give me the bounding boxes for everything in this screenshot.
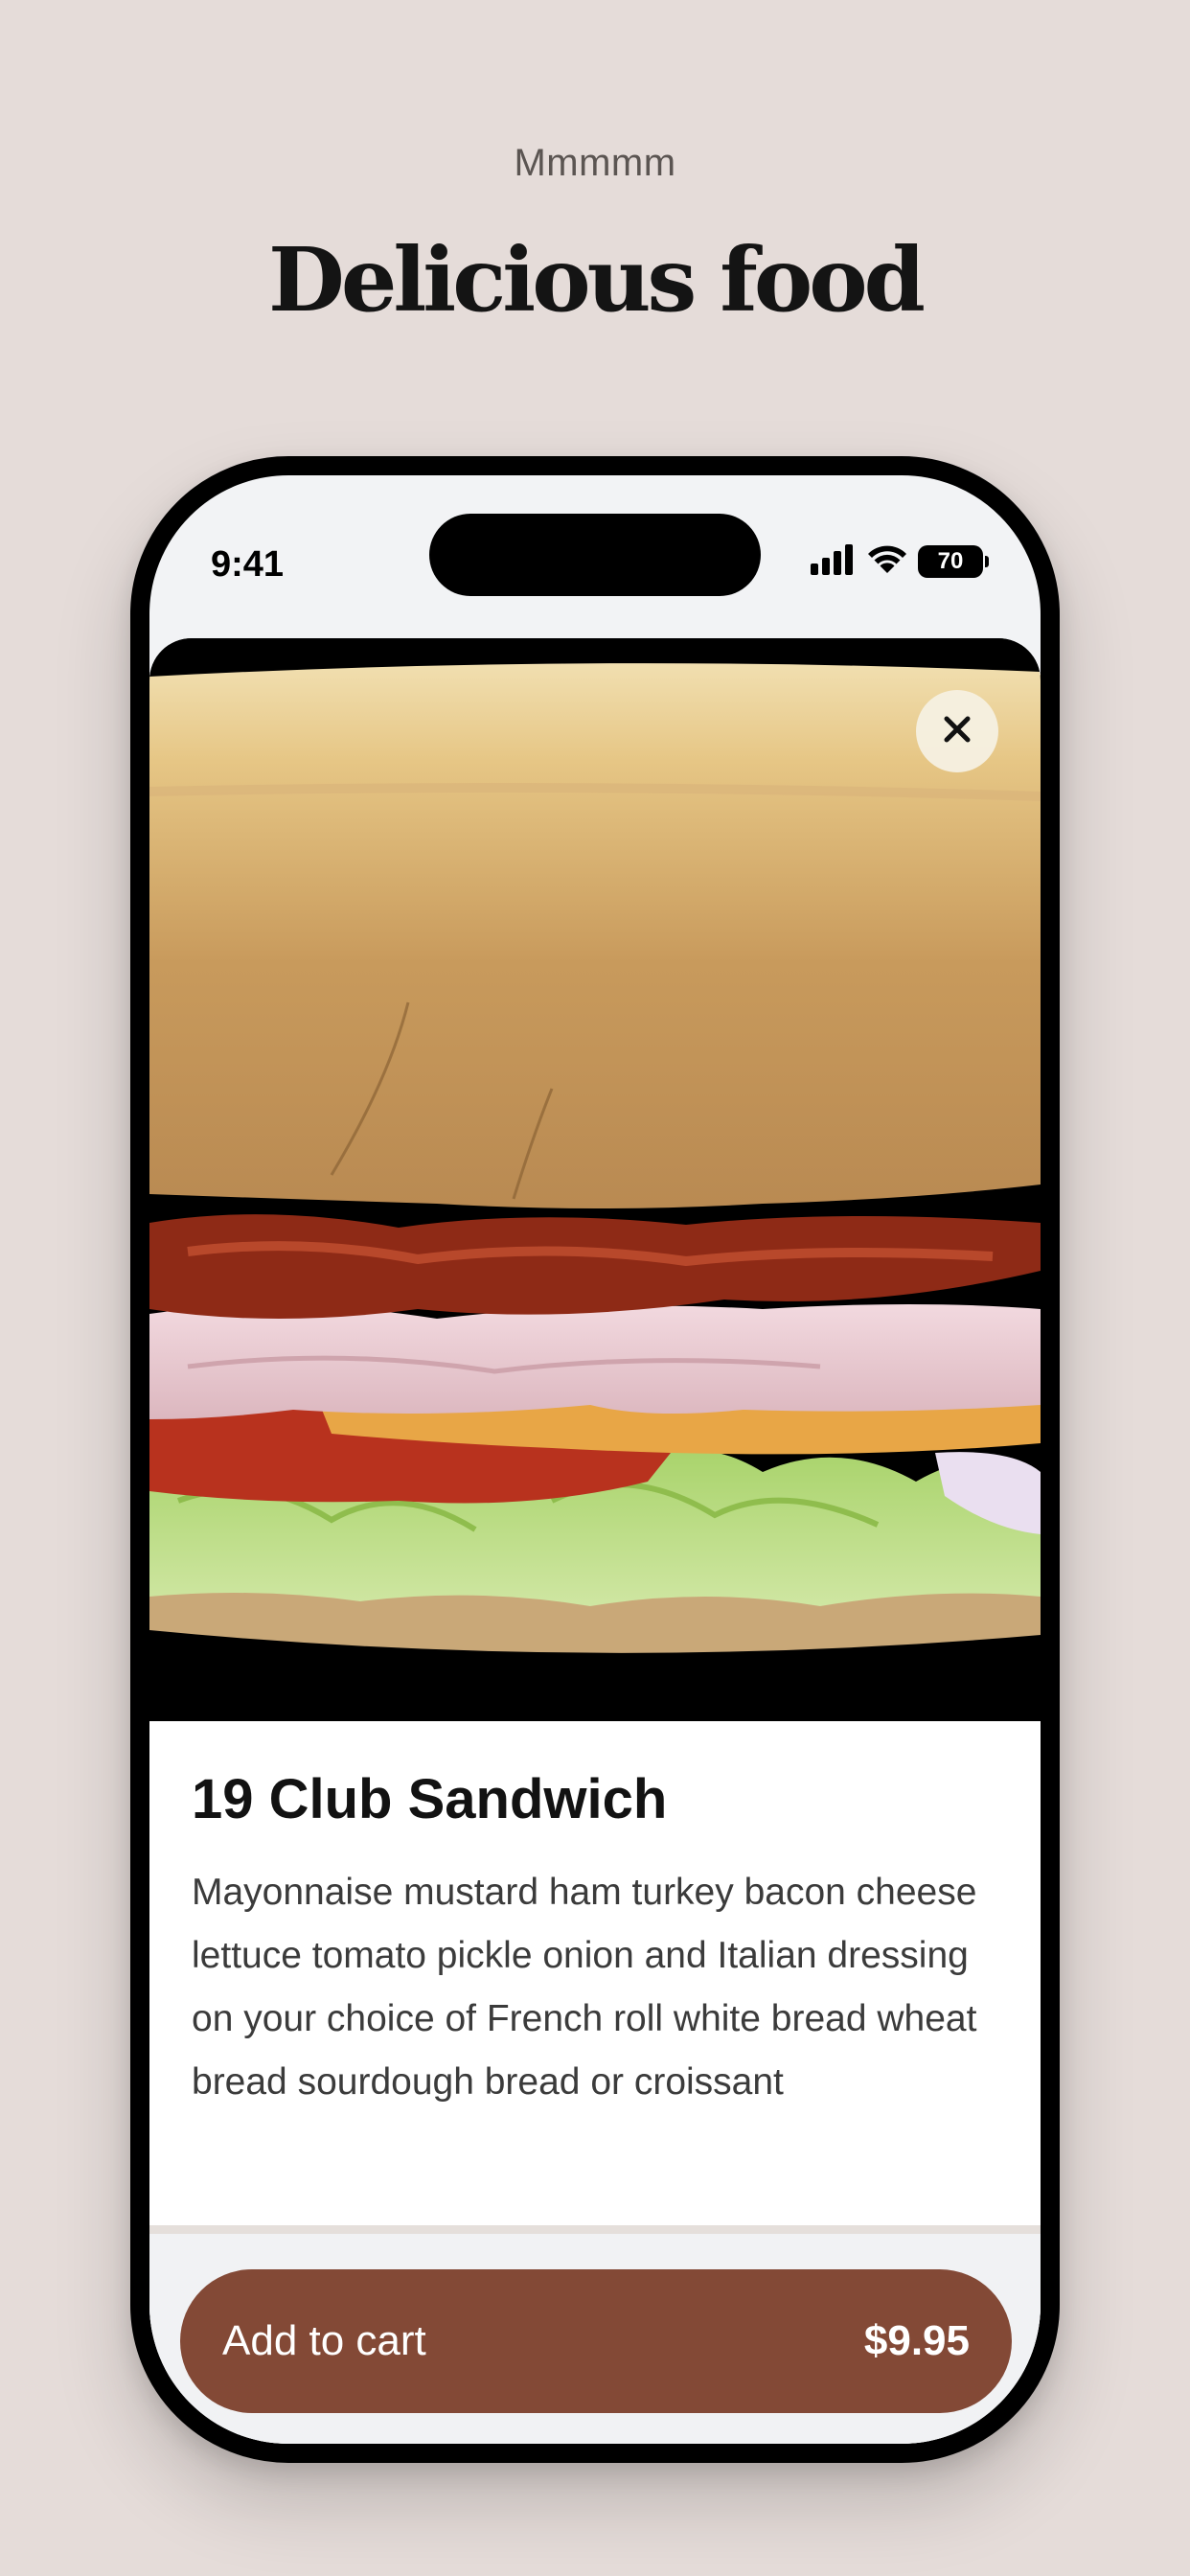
- phone-frame: 9:41 70 19 Club Sandwich Mayonnaise must…: [130, 456, 1060, 2463]
- status-time: 9:41: [211, 544, 285, 585]
- add-to-cart-label: Add to cart: [222, 2317, 426, 2364]
- page-headline: Delicious food: [268, 228, 926, 332]
- signal-icon: [811, 543, 857, 580]
- product-sheet: 19 Club Sandwich Mayonnaise mustard ham …: [149, 638, 1041, 2444]
- price-label: $9.95: [863, 2317, 970, 2364]
- product-title: 19 Club Sandwich: [192, 1768, 668, 1830]
- battery-icon: 70: [918, 545, 989, 578]
- dynamic-island: [429, 514, 761, 596]
- status-icons: 70: [811, 542, 989, 581]
- divider: [149, 2225, 1041, 2234]
- product-details: 19 Club Sandwich Mayonnaise mustard ham …: [149, 1721, 1041, 2114]
- wifi-icon: [866, 544, 908, 580]
- add-to-cart-button[interactable]: Add to cart $9.95: [180, 2269, 1012, 2413]
- product-image: [149, 638, 1041, 1721]
- close-icon: [942, 714, 973, 749]
- product-description: Mayonnaise mustard ham turkey bacon chee…: [192, 1872, 977, 2103]
- page-eyebrow: Mmmmm: [514, 142, 676, 184]
- close-button[interactable]: [916, 690, 998, 772]
